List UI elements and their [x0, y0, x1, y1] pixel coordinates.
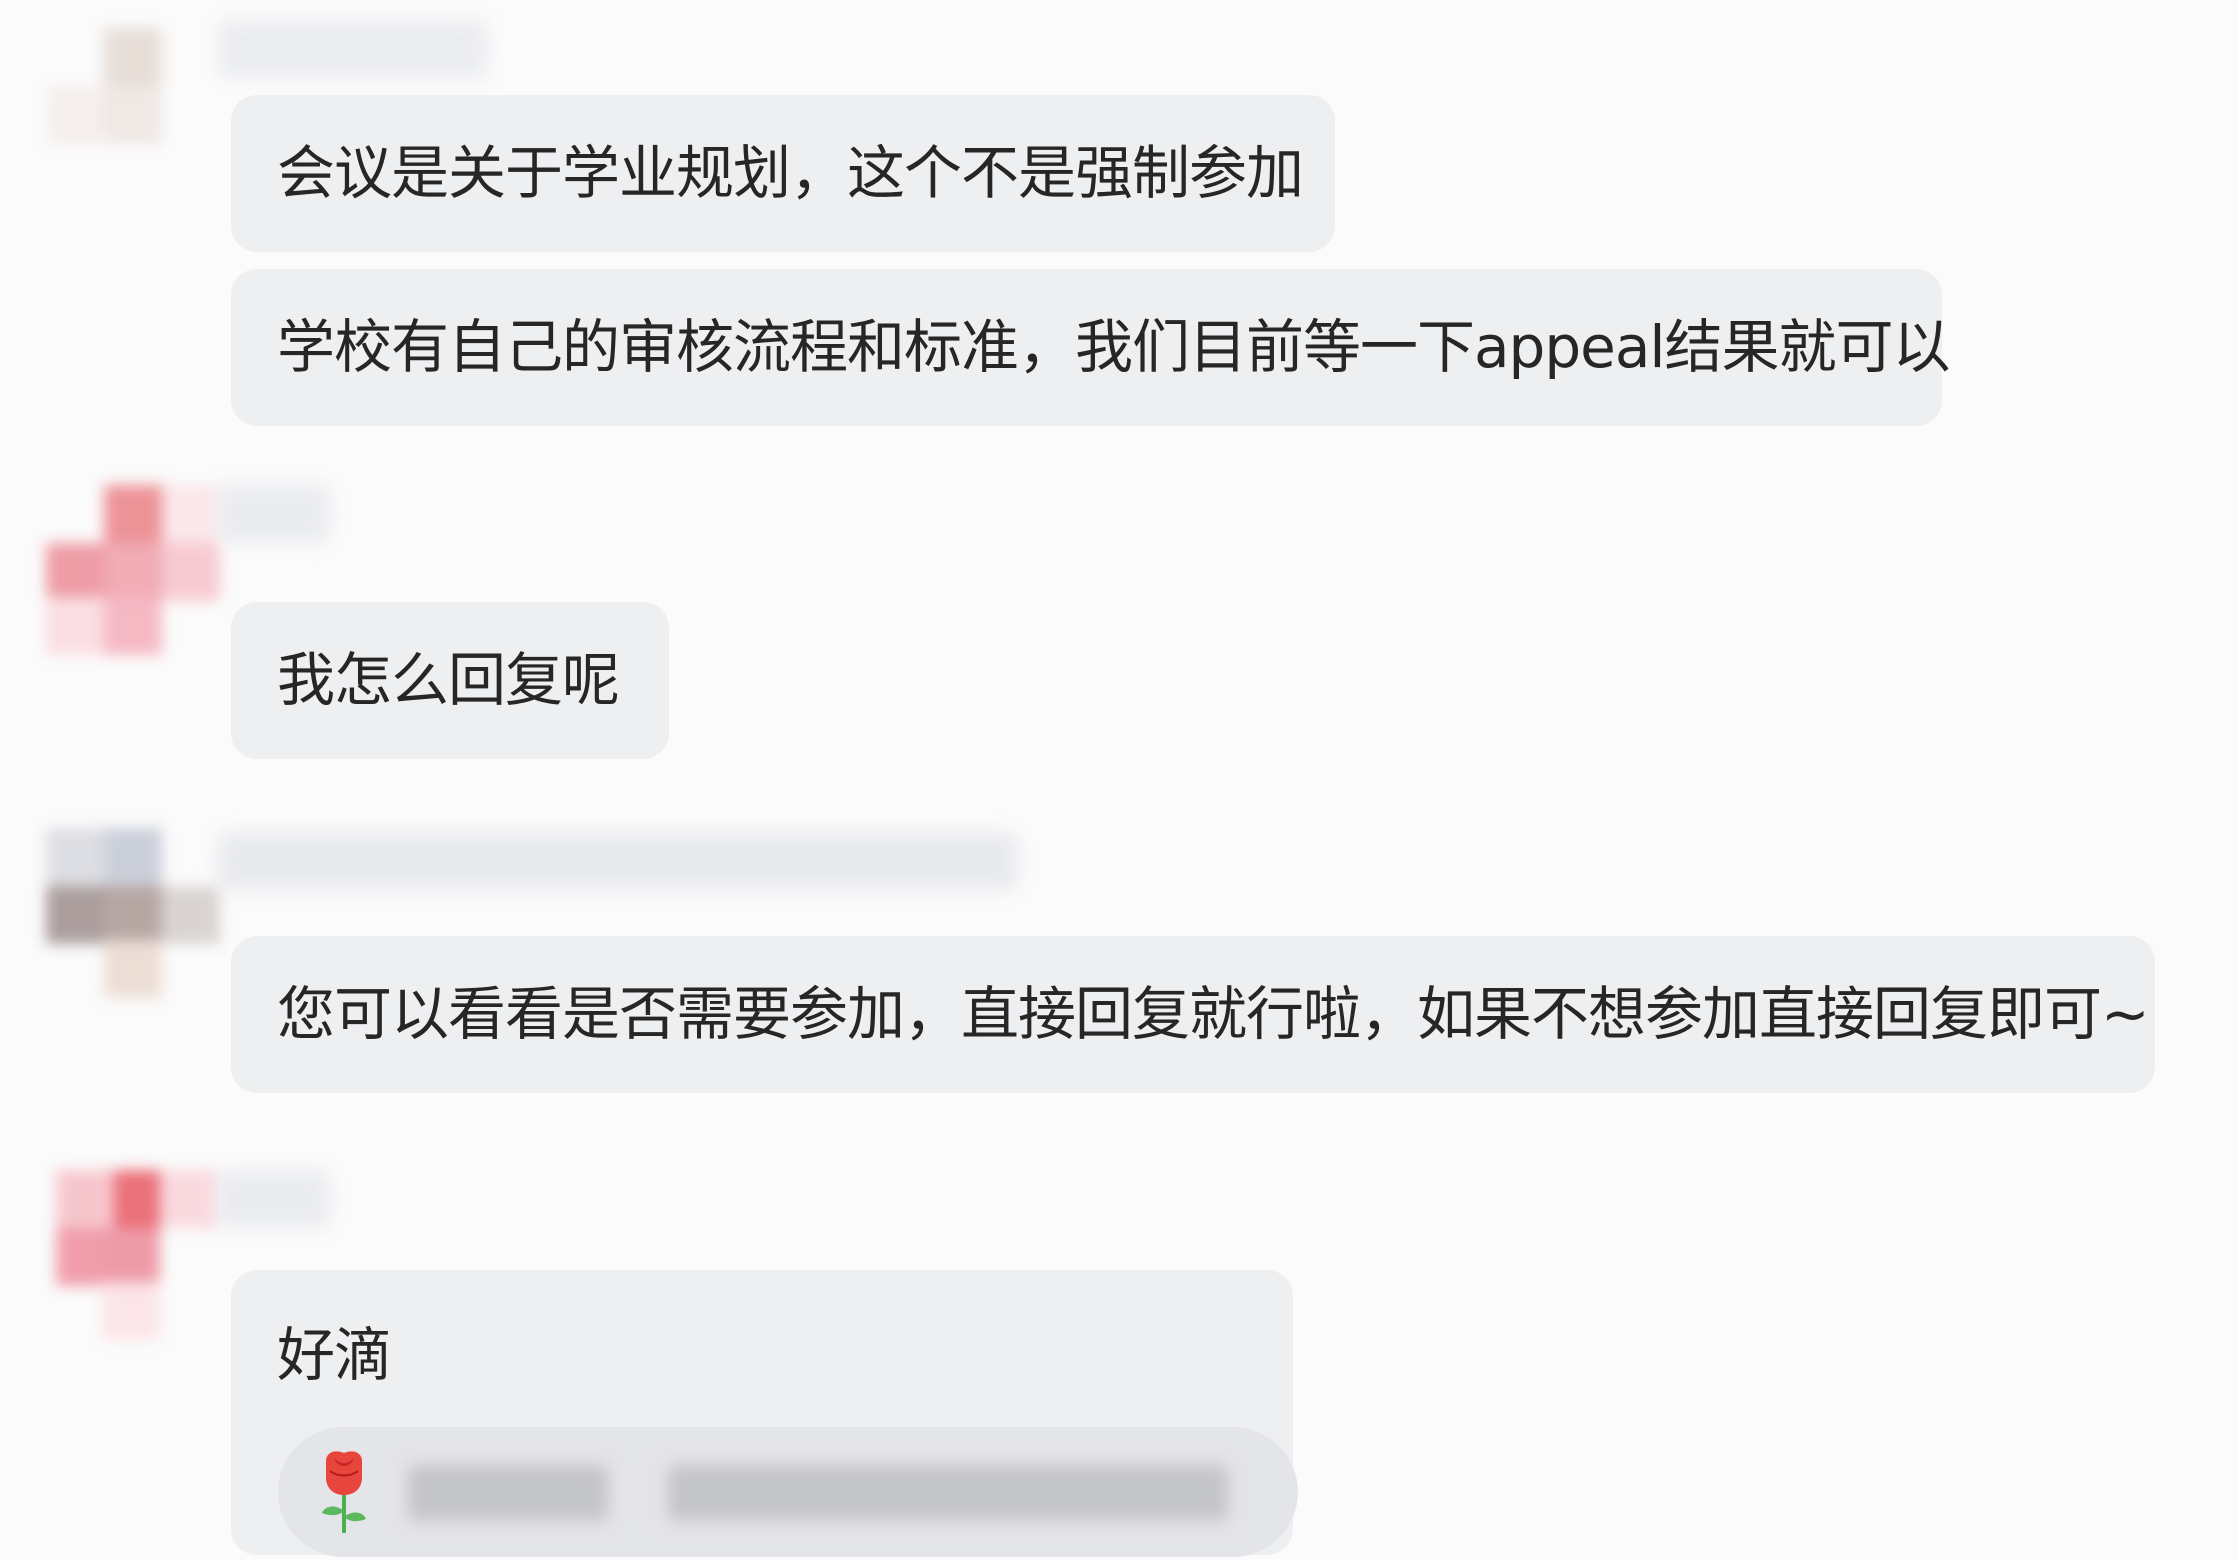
message-text: 会议是关于学业规划，这个不是强制参加	[277, 139, 1304, 207]
avatar[interactable]	[56, 1170, 228, 1342]
message-bubble[interactable]: 会议是关于学业规划，这个不是强制参加	[231, 95, 1335, 252]
quoted-text	[408, 1465, 608, 1521]
sender-name	[218, 20, 488, 78]
sender-name	[218, 1170, 330, 1228]
sender-name	[218, 832, 1018, 890]
message-bubble[interactable]: 好滴	[231, 1270, 1298, 1557]
avatar[interactable]	[48, 28, 220, 200]
avatar[interactable]	[46, 485, 220, 657]
message-bubble[interactable]: 我怎么回复呢	[231, 602, 669, 759]
message-text: 学校有自己的审核流程和标准，我们目前等一下appeal结果就可以	[277, 313, 1951, 381]
message-text: 好滴	[277, 1321, 392, 1389]
rose-emoji-icon	[322, 1451, 366, 1533]
quoted-text	[668, 1465, 1228, 1521]
message-bubble[interactable]: 您可以看看是否需要参加，直接回复就行啦，如果不想参加直接回复即可~	[231, 936, 2155, 1093]
message-text: 我怎么回复呢	[277, 646, 620, 714]
chat-view: 会议是关于学业规划，这个不是强制参加 学校有自己的审核流程和标准，我们目前等一下…	[0, 0, 2238, 1560]
quoted-message[interactable]	[278, 1427, 1298, 1557]
message-bubble[interactable]: 学校有自己的审核流程和标准，我们目前等一下appeal结果就可以	[231, 269, 1951, 426]
avatar[interactable]	[46, 828, 220, 1000]
message-text: 您可以看看是否需要参加，直接回复就行啦，如果不想参加直接回复即可~	[277, 980, 2150, 1048]
sender-name	[218, 485, 330, 543]
